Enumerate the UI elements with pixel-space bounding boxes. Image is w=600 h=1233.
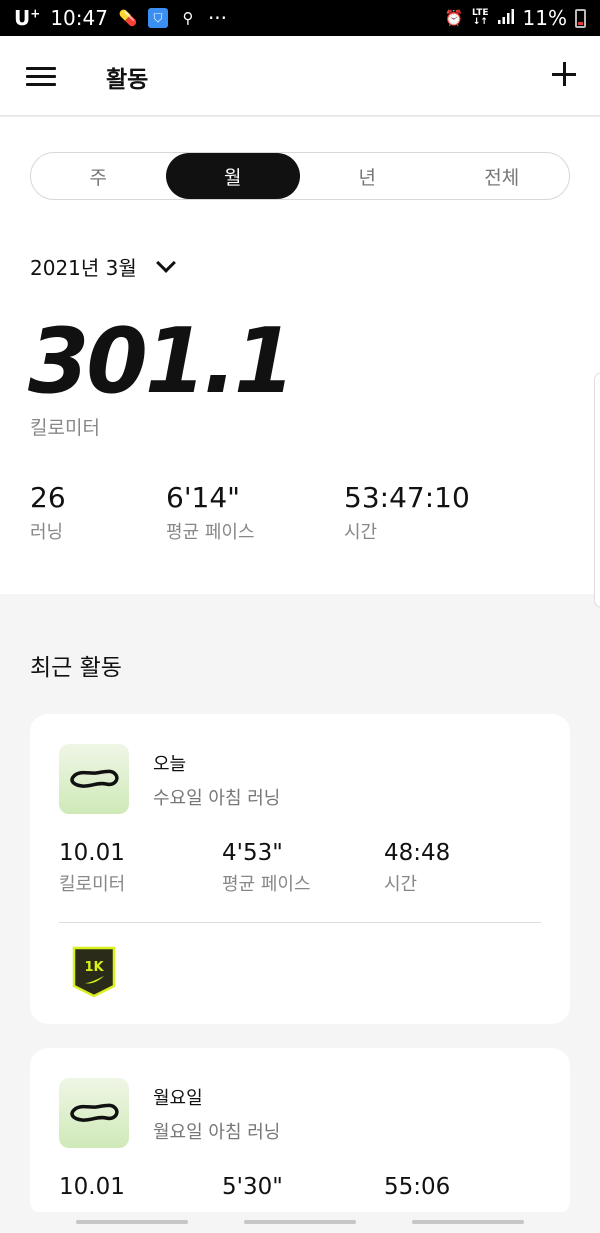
edge-panel-handle[interactable]	[594, 372, 600, 608]
activity-pace: 4'53" 평균 페이스	[222, 840, 311, 896]
period-label: 2021년 3월	[30, 256, 137, 280]
distance-value: 10.01	[59, 1174, 125, 1200]
avg-pace-stat: 6'14" 평균 페이스	[166, 481, 255, 544]
avg-pace-label: 평균 페이스	[166, 522, 255, 543]
hamburger-menu-icon[interactable]	[26, 67, 56, 87]
shield-icon: ⛉	[147, 8, 168, 28]
lte-icon: LTE ↓↑	[472, 8, 489, 27]
clock: 10:47	[50, 6, 108, 30]
time-value: 53:47:10	[344, 481, 470, 514]
total-distance: 301.1	[28, 309, 295, 414]
more-notifications-icon: ···	[207, 6, 228, 30]
route-map-thumbnail	[59, 744, 129, 814]
period-tabs: 주 월 년 전체	[30, 152, 570, 200]
distance-label: 킬로미터	[59, 874, 126, 895]
add-activity-icon[interactable]	[552, 62, 576, 86]
alarm-icon: ⏰	[444, 9, 464, 27]
distance-value: 10.01	[59, 840, 125, 866]
time-stat: 53:47:10 시간	[344, 481, 470, 544]
distance-unit: 킬로미터	[30, 417, 100, 439]
signal-icon	[497, 6, 515, 30]
activity-distance: 10.01	[59, 1174, 125, 1200]
runs-label: 러닝	[30, 522, 64, 543]
card-divider	[59, 922, 541, 923]
navigation-bar	[0, 1212, 600, 1233]
route-map-thumbnail	[59, 1078, 129, 1148]
time-label: 시간	[344, 522, 378, 543]
activity-name: 수요일 아침 러닝	[153, 788, 281, 809]
tab-year[interactable]: 년	[300, 153, 435, 199]
time-label: 시간	[384, 874, 418, 895]
runs-value: 26	[30, 481, 66, 514]
monthly-summary: 주 월 년 전체 2021년 3월 301.1 킬로미터 26 러닝 6'14"…	[0, 117, 600, 594]
avg-pace-value: 6'14"	[166, 481, 241, 514]
achievement-badge-icon[interactable]: 1K	[72, 946, 116, 1002]
activity-card[interactable]: 월요일 월요일 아침 러닝 10.01 5'30" 55:06	[30, 1048, 570, 1218]
pace-value: 4'53"	[222, 840, 283, 866]
nav-recents-button[interactable]	[76, 1220, 188, 1224]
badge-label: 1K	[84, 960, 104, 975]
runs-stat: 26 러닝	[30, 481, 66, 544]
activity-name: 월요일 아침 러닝	[153, 1122, 281, 1143]
battery-percent: 11%	[522, 6, 567, 30]
carrier-label: U+	[14, 6, 41, 30]
tab-all[interactable]: 전체	[435, 153, 570, 199]
recent-activities-heading: 최근 활동	[30, 655, 122, 681]
period-dropdown[interactable]: 2021년 3월	[30, 252, 176, 281]
nav-back-button[interactable]	[412, 1220, 524, 1224]
tab-week[interactable]: 주	[31, 153, 166, 199]
page-title: 활동	[106, 67, 149, 93]
status-bar: U+ 10:47 💊 ⛉ ⚲ ··· ⏰ LTE ↓↑ 11%	[0, 0, 600, 36]
activity-card[interactable]: 오늘 수요일 아침 러닝 10.01 킬로미터 4'53" 평균 페이스 48:…	[30, 714, 570, 1024]
tab-month[interactable]: 월	[165, 153, 300, 199]
activity-day: 오늘	[153, 754, 187, 775]
activity-time: 55:06	[384, 1174, 450, 1200]
nav-home-button[interactable]	[244, 1220, 356, 1224]
pace-label: 평균 페이스	[222, 874, 311, 895]
time-value: 55:06	[384, 1174, 451, 1200]
battery-icon	[575, 8, 586, 28]
activity-pace: 5'30"	[222, 1174, 283, 1200]
activity-distance: 10.01 킬로미터	[59, 840, 125, 896]
chevron-down-icon	[155, 252, 176, 273]
pill-icon: 💊	[118, 9, 138, 27]
runner-notification-icon: ⚲	[182, 9, 194, 27]
activity-time: 48:48 시간	[384, 840, 450, 896]
time-value: 48:48	[384, 840, 451, 866]
pace-value: 5'30"	[222, 1174, 283, 1200]
app-header: 활동	[0, 36, 600, 116]
activity-day: 월요일	[153, 1088, 203, 1109]
